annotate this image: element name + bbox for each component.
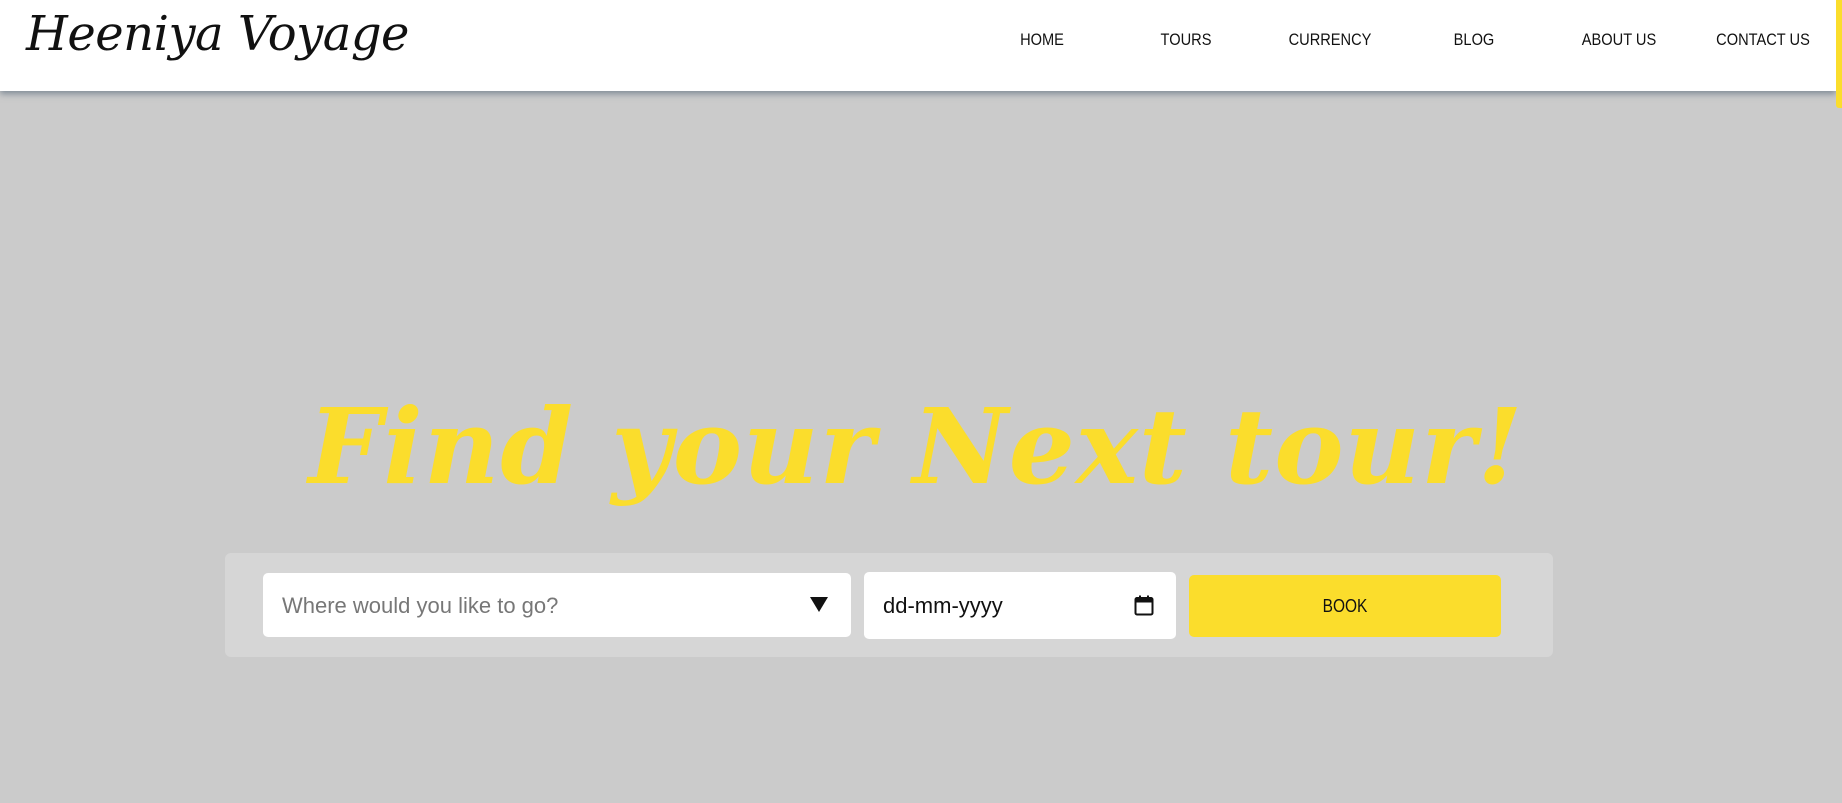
accent-strip: [1836, 0, 1842, 108]
navbar: Heeniya Voyage HOME TOURS CURRENCY BLOG …: [0, 0, 1836, 91]
nav-contact-us[interactable]: CONTACT US: [1703, 30, 1823, 50]
destination-select[interactable]: Where would you like to go?: [263, 573, 851, 637]
hero-title: Find your Next tour!: [308, 385, 1524, 508]
date-value: dd-mm-yyyy: [883, 593, 1003, 618]
nav-home[interactable]: HOME: [982, 30, 1102, 50]
book-button[interactable]: BOOK: [1189, 575, 1501, 637]
destination-placeholder: Where would you like to go?: [282, 593, 559, 618]
nav-tours[interactable]: TOURS: [1126, 30, 1246, 50]
calendar-icon[interactable]: [1134, 595, 1154, 616]
date-input[interactable]: dd-mm-yyyy: [864, 572, 1176, 639]
nav-blog[interactable]: BLOG: [1414, 30, 1534, 50]
book-button-label: BOOK: [1322, 596, 1368, 616]
nav-currency[interactable]: CURRENCY: [1270, 30, 1390, 50]
search-panel: Where would you like to go? dd-mm-yyyy B…: [225, 553, 1553, 657]
caret-down-icon[interactable]: [810, 597, 828, 612]
site-logo[interactable]: Heeniya Voyage: [26, 6, 409, 62]
page: Heeniya Voyage HOME TOURS CURRENCY BLOG …: [0, 0, 1842, 803]
nav-about-us[interactable]: ABOUT US: [1559, 30, 1679, 50]
